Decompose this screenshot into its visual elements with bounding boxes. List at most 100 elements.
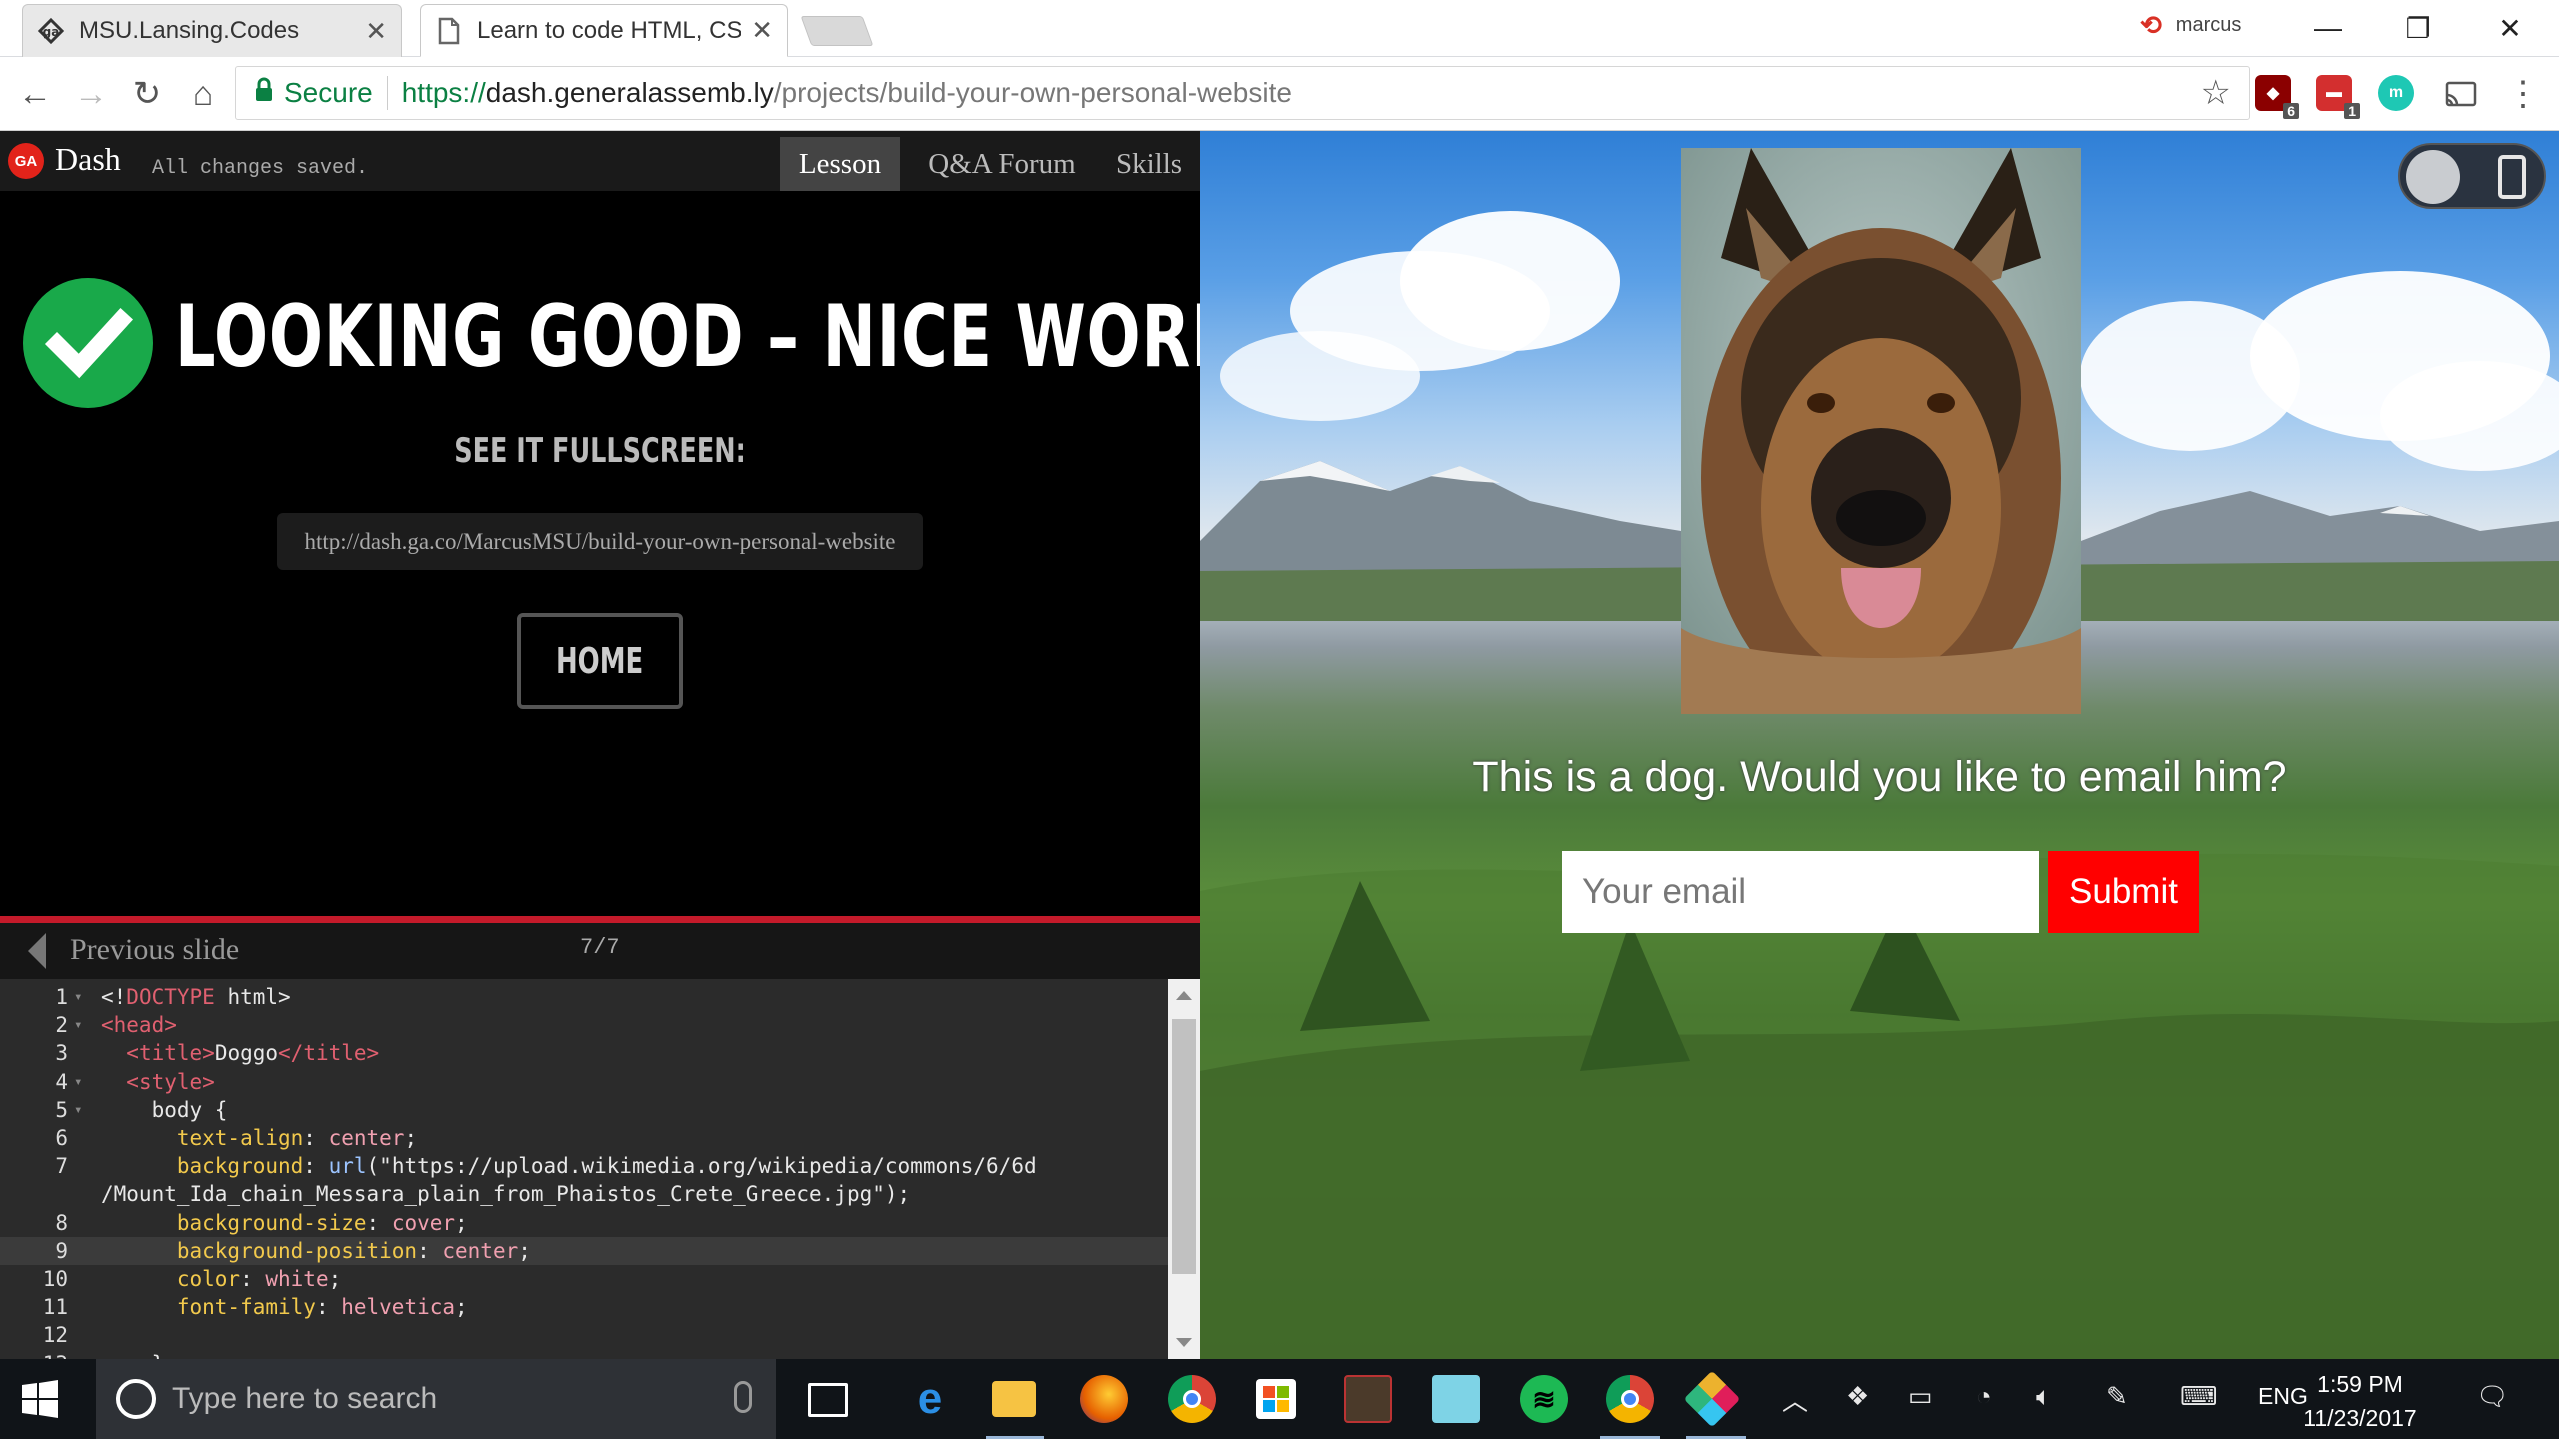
fold-arrow-icon[interactable]: ▾ xyxy=(74,983,82,1011)
code-editor[interactable]: 1 ▾ <!DOCTYPE html> 2 ▾ <head> 3 <title>Doggo<… xyxy=(0,979,1200,1359)
svg-text:ga: ga xyxy=(43,25,60,39)
tab-title: MSU.Lansing.Codes xyxy=(79,17,300,44)
file-explorer-icon[interactable] xyxy=(992,1381,1036,1417)
cast-icon[interactable] xyxy=(2438,71,2484,117)
code-line[interactable]: 12 xyxy=(0,1321,1168,1349)
close-tab-icon[interactable]: ✕ xyxy=(365,16,387,47)
tab-lesson[interactable]: Lesson xyxy=(780,137,900,191)
task-view-icon[interactable] xyxy=(808,1383,848,1417)
restore-icon[interactable]: ❐ xyxy=(2388,8,2448,48)
slack-like-icon[interactable] xyxy=(1683,1370,1741,1428)
clock-date: 11/23/2017 xyxy=(2303,1405,2417,1431)
tab-skills[interactable]: Skills xyxy=(1106,137,1192,191)
m-extension-icon[interactable]: m xyxy=(2378,75,2414,111)
code-line[interactable]: 7 background: url("https://upload.wikime… xyxy=(0,1152,1168,1180)
home-button[interactable]: HOME xyxy=(517,613,683,709)
fold-arrow-icon[interactable]: ▾ xyxy=(74,1011,82,1039)
code-line[interactable]: 6 text-align: center; xyxy=(0,1124,1168,1152)
menu-kebab-icon[interactable]: ⋮ xyxy=(2500,71,2546,117)
scroll-up-icon[interactable] xyxy=(1176,991,1192,1000)
fullscreen-subhead: SEE IT FULLSCREEN: xyxy=(454,431,746,471)
forward-icon[interactable]: → xyxy=(68,71,114,117)
code-line[interactable]: 3 <title>Doggo</title> xyxy=(0,1039,1168,1067)
back-icon[interactable]: ← xyxy=(12,71,58,117)
taskbar-clock[interactable]: 1:59 PM 11/23/2017 xyxy=(2300,1367,2420,1435)
fold-arrow-icon[interactable]: ▾ xyxy=(74,1096,82,1124)
code-line[interactable]: 11 font-family: helvetica; xyxy=(0,1293,1168,1321)
snowflake-app-icon[interactable] xyxy=(1432,1375,1480,1423)
slide-navigation: Previous slide 7/7 xyxy=(0,923,1200,979)
tab-msu-lansing-codes[interactable]: ga MSU.Lansing.Codes ✕ xyxy=(22,4,402,57)
tab-title: Learn to code HTML, CSS xyxy=(477,16,742,44)
keyboard-icon[interactable]: ⌨ xyxy=(2180,1381,2218,1412)
ga-logo[interactable]: GA xyxy=(8,143,44,179)
chrome-icon[interactable] xyxy=(1168,1375,1216,1423)
code-line[interactable]: 4 ▾ <style> xyxy=(0,1068,1168,1096)
volume-icon[interactable]: 🔈︎ xyxy=(2036,1381,2052,1413)
wifi-icon[interactable]: ◔ xyxy=(1976,1381,1992,1412)
close-tab-icon[interactable]: ✕ xyxy=(751,15,773,46)
microphone-icon[interactable] xyxy=(734,1381,752,1413)
fold-arrow-icon[interactable]: ▾ xyxy=(74,1068,82,1096)
shield-game-icon[interactable] xyxy=(1344,1375,1392,1423)
windows-start-icon[interactable] xyxy=(20,1379,60,1419)
pen-icon[interactable]: ✎ xyxy=(2106,1381,2128,1412)
spotify-icon[interactable]: ≋ xyxy=(1520,1375,1568,1423)
store-icon[interactable] xyxy=(1256,1379,1296,1419)
submit-button[interactable]: Submit xyxy=(2048,851,2199,933)
ga-favicon-icon: ga xyxy=(37,17,65,45)
code-line[interactable]: 13 } xyxy=(0,1350,1168,1359)
code-line[interactable]: /Mount_Ida_chain_Messara_plain_from_Phai… xyxy=(0,1180,1168,1208)
ublock-badge: 6 xyxy=(2283,103,2299,119)
reload-icon[interactable]: ↻ xyxy=(124,71,170,117)
code-line[interactable]: 10 color: white; xyxy=(0,1265,1168,1293)
clock-time: 1:59 PM xyxy=(2317,1371,2403,1397)
email-input[interactable] xyxy=(1562,851,2039,933)
battery-icon[interactable]: ▭ xyxy=(1908,1381,1933,1412)
new-tab-button[interactable] xyxy=(800,16,874,46)
tab-learn-to-code[interactable]: Learn to code HTML, CSS ✕ xyxy=(420,4,788,57)
taskbar-search[interactable]: Type here to search xyxy=(96,1359,776,1439)
lesson-slide: LOOKING GOOD – NICE WORK! SEE IT FULLSCR… xyxy=(0,191,1270,916)
profile-name: marcus xyxy=(2175,14,2242,36)
ublock-icon[interactable]: ◆ 6 xyxy=(2255,75,2299,119)
url-host: dash.generalassemb.ly xyxy=(485,77,774,108)
code-line[interactable]: 2 ▾ <head> xyxy=(0,1011,1168,1039)
app-name: Dash xyxy=(55,141,121,177)
scroll-down-icon[interactable] xyxy=(1176,1338,1192,1347)
fullscreen-url-link[interactable]: http://dash.ga.co/MarcusMSU/build-your-o… xyxy=(277,513,923,570)
tab-qa-forum[interactable]: Q&A Forum xyxy=(914,137,1090,191)
code-text: text-align: center; xyxy=(176,1126,418,1150)
show-hidden-icons[interactable]: ︿ xyxy=(1782,1381,1808,1418)
code-line[interactable]: 8 background-size: cover; xyxy=(0,1209,1168,1237)
home-icon[interactable]: ⌂ xyxy=(180,71,226,117)
todoist-icon[interactable]: ▬ 1 xyxy=(2316,75,2360,119)
toggle-knob[interactable] xyxy=(2406,150,2460,204)
bookmark-star-icon[interactable]: ☆ xyxy=(2201,73,2231,113)
close-window-icon[interactable]: ✕ xyxy=(2480,8,2540,48)
editor-scrollbar[interactable] xyxy=(1168,979,1200,1359)
code-text: body { xyxy=(151,1097,228,1122)
device-toggle[interactable] xyxy=(2398,143,2546,209)
action-center-icon[interactable]: 🗨︎ xyxy=(2476,1381,2509,1412)
url-path: /projects/build-your-own-personal-websit… xyxy=(773,77,1292,108)
code-line[interactable]: 1 ▾ <!DOCTYPE html> xyxy=(0,983,1168,1011)
code-text: background-position: center; xyxy=(176,1238,531,1263)
code-line[interactable]: 9 background-position: center; xyxy=(0,1236,1168,1265)
address-bar[interactable]: Secure https:// dash.generalassemb.ly /p… xyxy=(235,66,2250,120)
profile-badge[interactable]: ⟲ marcus xyxy=(2140,10,2245,41)
dropbox-icon[interactable]: ❖ xyxy=(1846,1381,1869,1412)
firefox-icon[interactable] xyxy=(1080,1375,1128,1423)
minimize-icon[interactable]: — xyxy=(2298,8,2358,48)
code-line[interactable]: 5 ▾ body { xyxy=(0,1096,1168,1124)
edge-icon[interactable]: e xyxy=(906,1374,954,1423)
previous-slide-button[interactable]: Previous slide xyxy=(70,933,239,967)
scroll-thumb[interactable] xyxy=(1172,1019,1196,1274)
dog-photo xyxy=(1681,148,2081,714)
previous-arrow-icon[interactable] xyxy=(28,933,46,969)
chrome-active-icon[interactable] xyxy=(1606,1375,1654,1423)
code-text: <!DOCTYPE html> xyxy=(101,985,291,1009)
code-text: font-family: helvetica; xyxy=(176,1295,468,1320)
secure-label: Secure xyxy=(284,77,373,108)
home-button-label: HOME xyxy=(556,640,644,682)
